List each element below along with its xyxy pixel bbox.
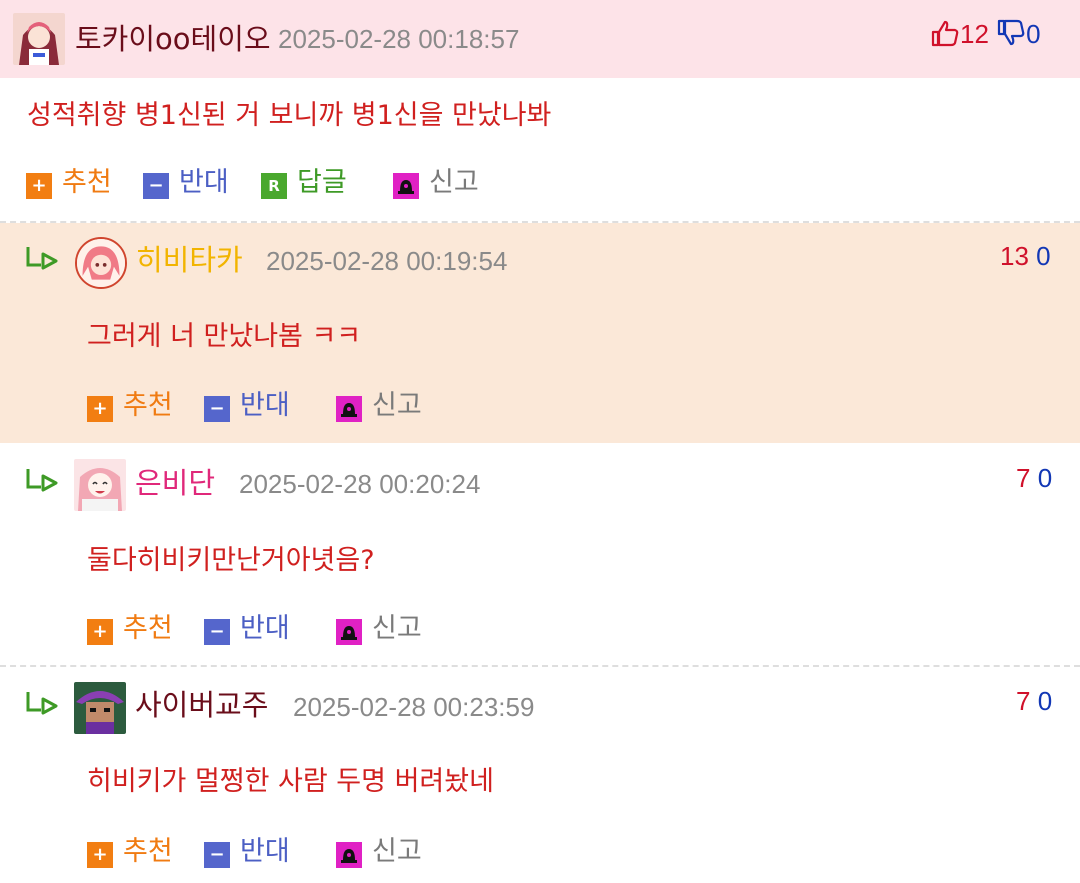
comment-date: 2025-02-28 00:23:59 xyxy=(293,692,535,722)
comment-text: 그러게 너 만났나봄 ㅋㅋ xyxy=(87,321,362,352)
report-icon xyxy=(393,173,419,199)
report-button[interactable]: 신고 xyxy=(336,389,431,423)
reply-arrow-icon xyxy=(25,467,59,495)
divider xyxy=(0,665,1080,667)
down-count: 0 xyxy=(1026,19,1041,49)
reply-arrow-icon xyxy=(25,690,59,718)
nickname[interactable]: 은비단 xyxy=(135,466,215,500)
report-button[interactable]: 신고 xyxy=(336,612,431,646)
thumbs-up-icon xyxy=(930,19,960,54)
recommend-button[interactable]: + 추천 xyxy=(87,389,182,423)
plus-icon: + xyxy=(87,842,113,868)
comment-actions: + 추천 − 반대 신고 xyxy=(87,612,487,646)
avatar[interactable] xyxy=(74,459,126,511)
comment-date: 2025-02-28 00:19:54 xyxy=(266,246,508,276)
recommend-button[interactable]: + 추천 xyxy=(87,612,182,646)
report-icon xyxy=(336,396,362,422)
down-count: 0 xyxy=(1037,463,1053,493)
vote-counts: 13 0 xyxy=(1000,240,1051,272)
oppose-button[interactable]: − 반대 xyxy=(204,835,299,869)
comment-actions: + 추천 − 반대 신고 xyxy=(87,835,487,869)
plus-icon: + xyxy=(87,619,113,645)
avatar[interactable] xyxy=(74,682,126,734)
comment-actions: + 추천 − 반대 R 답글 신고 xyxy=(26,166,526,200)
plus-icon: + xyxy=(26,173,52,199)
avatar[interactable] xyxy=(13,13,65,65)
thumbs-down-icon xyxy=(996,19,1026,54)
vote-counts: 7 0 xyxy=(1016,685,1052,717)
comment-date: 2025-02-28 00:18:57 xyxy=(278,24,520,54)
vote-counts: 7 0 xyxy=(1016,462,1052,494)
comment-text: 히비키가 멀쩡한 사람 두명 버려놨네 xyxy=(87,766,494,797)
up-count: 13 xyxy=(1000,241,1029,271)
minus-icon: − xyxy=(204,842,230,868)
reply-button[interactable]: R 답글 xyxy=(261,166,356,200)
comment-date: 2025-02-28 00:20:24 xyxy=(239,469,481,499)
avatar[interactable] xyxy=(75,237,127,289)
nickname[interactable]: 사이버교주 xyxy=(135,688,268,722)
reply-icon: R xyxy=(261,173,287,199)
up-count: 7 xyxy=(1016,463,1031,493)
comment-actions: + 추천 − 반대 신고 xyxy=(87,389,487,423)
down-count: 0 xyxy=(1037,686,1053,716)
comment-text: 성적취향 병1신된 거 보니까 병1신을 만났나봐 xyxy=(27,100,552,131)
nickname[interactable]: 토카이oo테이오 xyxy=(75,22,271,56)
nickname[interactable]: 히비타카 xyxy=(136,243,243,277)
minus-icon: − xyxy=(204,396,230,422)
minus-icon: − xyxy=(143,173,169,199)
oppose-button[interactable]: − 반대 xyxy=(143,166,238,200)
vote-counts: 12 0 xyxy=(930,18,1041,54)
oppose-button[interactable]: − 반대 xyxy=(204,612,299,646)
report-icon xyxy=(336,619,362,645)
oppose-button[interactable]: − 반대 xyxy=(204,389,299,423)
down-count: 0 xyxy=(1036,241,1051,271)
minus-icon: − xyxy=(204,619,230,645)
plus-icon: + xyxy=(87,396,113,422)
report-button[interactable]: 신고 xyxy=(393,166,488,200)
report-button[interactable]: 신고 xyxy=(336,835,431,869)
report-icon xyxy=(336,842,362,868)
up-count: 12 xyxy=(960,19,989,49)
recommend-button[interactable]: + 추천 xyxy=(26,166,121,200)
recommend-button[interactable]: + 추천 xyxy=(87,835,182,869)
reply-arrow-icon xyxy=(25,245,59,273)
comment-text: 둘다히비키만난거아녓음? xyxy=(87,545,375,576)
up-count: 7 xyxy=(1016,686,1031,716)
